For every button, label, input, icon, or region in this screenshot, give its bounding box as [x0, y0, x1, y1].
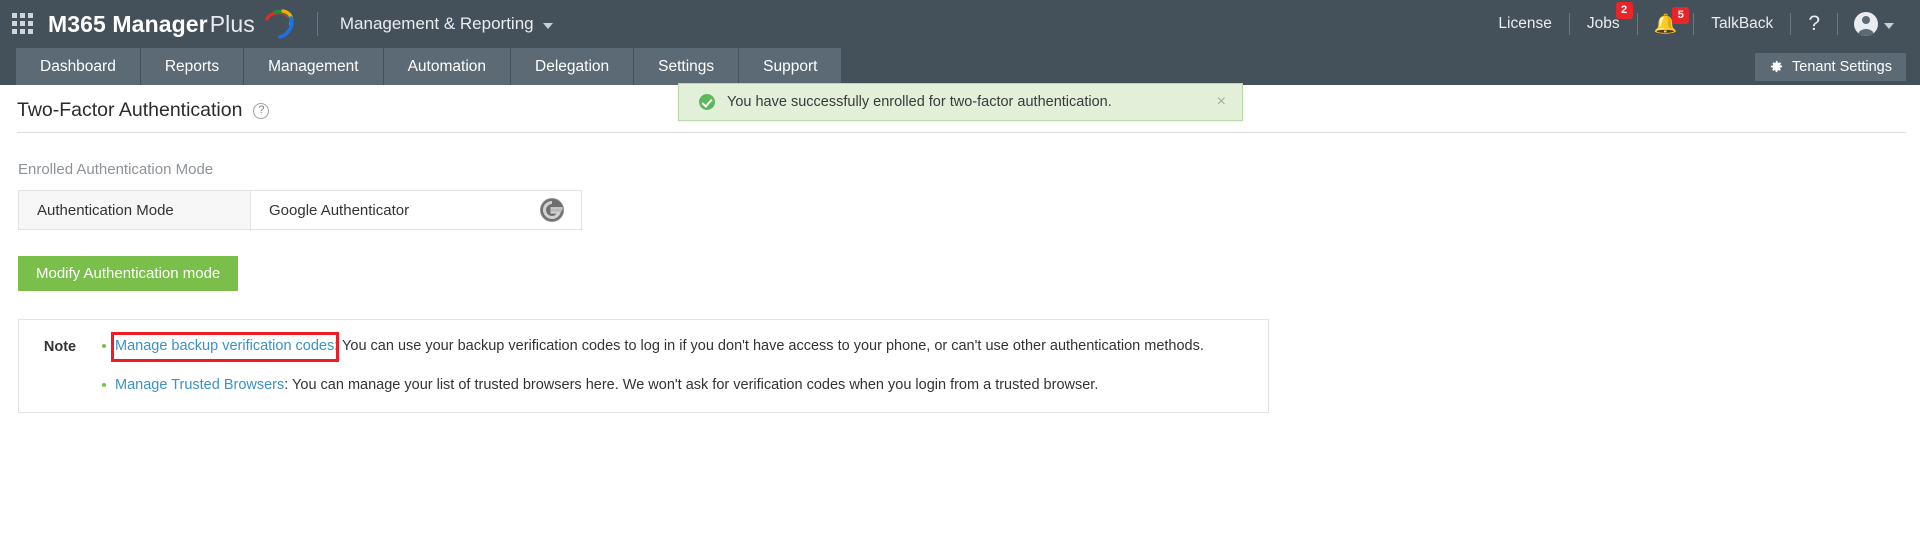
- module-selector[interactable]: Management & Reporting: [340, 14, 553, 34]
- tab-label: Management: [268, 57, 359, 75]
- tab-label: Dashboard: [40, 57, 116, 75]
- page-title: Two-Factor Authentication: [17, 99, 243, 121]
- tab-label: Delegation: [535, 57, 610, 75]
- talkback-link[interactable]: TalkBack: [1694, 11, 1790, 37]
- note-items: Manage backup verification codes: You ca…: [101, 332, 1256, 395]
- tab-settings[interactable]: Settings: [634, 48, 740, 85]
- tab-reports[interactable]: Reports: [140, 48, 245, 85]
- main-navigation: Dashboard Reports Management Automation …: [0, 48, 1920, 85]
- jobs-link[interactable]: Jobs 2: [1570, 2, 1637, 37]
- tenant-settings-button[interactable]: Tenant Settings: [1755, 52, 1906, 81]
- license-link[interactable]: License: [1481, 11, 1568, 37]
- title-divider: [17, 132, 1906, 133]
- tab-dashboard[interactable]: Dashboard: [16, 48, 141, 85]
- jobs-label: Jobs: [1586, 15, 1620, 32]
- note-separator: :: [284, 377, 293, 393]
- tab-label: Reports: [164, 57, 220, 75]
- tenant-settings-label: Tenant Settings: [1792, 58, 1892, 75]
- note-label: Note: [43, 339, 77, 355]
- brand-swirl-icon: [265, 9, 294, 39]
- note-item-trusted-browsers: Manage Trusted Browsers: You can manage …: [101, 376, 1256, 395]
- manage-backup-verification-codes-link[interactable]: Manage backup verification codes: [115, 338, 334, 354]
- note-item-backup-codes: Manage backup verification codes: You ca…: [101, 332, 1256, 362]
- brand-name-primary: M365 Manager: [48, 10, 208, 37]
- note-separator: :: [334, 338, 343, 354]
- authentication-mode-key: Authentication Mode: [19, 191, 251, 229]
- user-menu[interactable]: [1838, 12, 1906, 36]
- brand-name-secondary: Plus: [209, 10, 255, 37]
- authentication-mode-row: Authentication Mode Google Authenticator: [18, 190, 582, 230]
- tab-delegation[interactable]: Delegation: [511, 48, 635, 85]
- help-button[interactable]: ?: [1791, 11, 1837, 37]
- help-icon[interactable]: ?: [253, 102, 270, 119]
- success-notification: You have successfully enrolled for two-f…: [678, 83, 1243, 121]
- header-divider: [316, 12, 318, 36]
- google-authenticator-icon: [540, 198, 564, 222]
- page-content: Two-Factor Authentication ? You have suc…: [0, 83, 1920, 413]
- highlight-box: Manage backup verification codes: [110, 332, 340, 362]
- note-text: You can use your backup verification cod…: [342, 338, 1204, 354]
- license-label: License: [1498, 15, 1552, 32]
- tab-automation[interactable]: Automation: [383, 48, 512, 85]
- talkback-label: TalkBack: [1711, 15, 1774, 32]
- tab-label: Support: [763, 57, 818, 75]
- tab-support[interactable]: Support: [739, 48, 843, 85]
- chevron-down-icon: [542, 22, 553, 29]
- chevron-down-icon: [1884, 22, 1894, 29]
- enrolled-mode-section-label: Enrolled Authentication Mode: [18, 161, 214, 178]
- modify-authentication-mode-button[interactable]: Modify Authentication mode: [18, 256, 239, 291]
- avatar: [1854, 12, 1878, 36]
- manage-trusted-browsers-link[interactable]: Manage Trusted Browsers: [115, 377, 284, 393]
- close-icon[interactable]: ×: [1215, 94, 1228, 110]
- gear-icon: [1770, 60, 1783, 73]
- tab-management[interactable]: Management: [244, 48, 384, 85]
- authentication-mode-value-cell: Google Authenticator: [251, 191, 581, 229]
- jobs-badge: 2: [1615, 2, 1633, 19]
- tab-label: Automation: [407, 57, 487, 75]
- note-text: You can manage your list of trusted brow…: [292, 377, 1099, 393]
- app-logo[interactable]: M365 Manager Plus: [48, 8, 295, 40]
- notifications-button[interactable]: 🔔 5: [1638, 6, 1694, 34]
- question-mark-icon: ?: [1808, 12, 1820, 35]
- authentication-mode-value: Google Authenticator: [269, 201, 410, 219]
- success-message: You have successfully enrolled for two-f…: [727, 94, 1112, 110]
- module-selector-label: Management & Reporting: [339, 14, 534, 33]
- tab-label: Settings: [658, 57, 715, 75]
- check-circle-icon: [699, 94, 715, 110]
- note-panel: Note Manage backup verification codes: Y…: [18, 319, 1269, 413]
- notifications-badge: 5: [1672, 6, 1690, 24]
- top-bar: M365 Manager Plus Management & Reporting…: [0, 0, 1920, 48]
- grid-apps-icon[interactable]: [12, 13, 34, 35]
- header-actions: License Jobs 2 🔔 5 TalkBack ?: [1481, 0, 1906, 48]
